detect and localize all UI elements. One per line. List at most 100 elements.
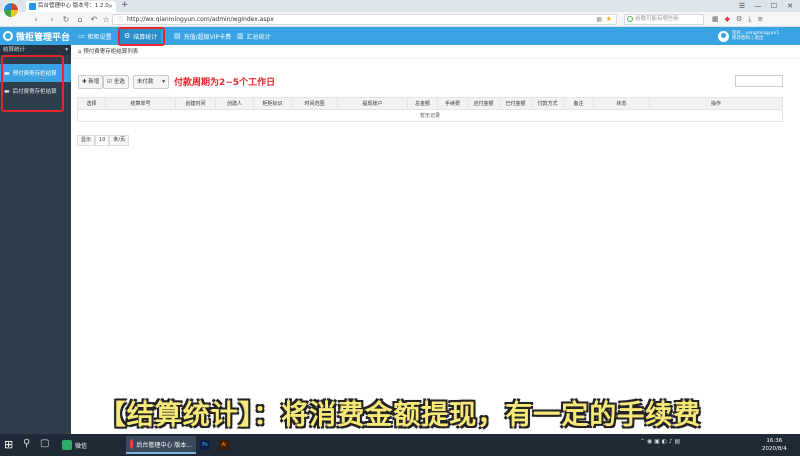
menu-item-summary[interactable]: ▥ 汇总统计 bbox=[233, 27, 275, 45]
column-header[interactable]: 总金额 bbox=[407, 97, 438, 110]
status-select[interactable]: 未付款 ▾ bbox=[133, 75, 169, 89]
apps-icon[interactable]: ▦ bbox=[596, 15, 602, 24]
plus-icon: ✚ bbox=[82, 79, 87, 85]
taskbar-app-photoshop[interactable]: Ps bbox=[196, 436, 214, 454]
user-info: 您好，yangmingyun1 修改密码 | 退出 bbox=[718, 28, 779, 44]
bookmark-star-icon[interactable]: ★ bbox=[606, 15, 612, 24]
window-controls: ☰ — ☐ ✕ bbox=[736, 0, 796, 12]
clock-date: 2020/8/4 bbox=[762, 446, 787, 452]
column-header[interactable]: 手续费 bbox=[437, 97, 468, 110]
taskbar: ⊞ ⚲ ▢ 微信 后台管理中心 版本... Ps Ai ⌃ ◉ ▣ ◐ ♪ ▤ … bbox=[0, 434, 800, 456]
table-header-row: 选择 结算单号 创建时间 创建人 柜柜标识 时间范围 提现账户 总金额 手续费 … bbox=[77, 97, 783, 110]
home-icon[interactable]: ⌂ bbox=[74, 13, 86, 26]
taskbar-app-browser[interactable]: 后台管理中心 版本... bbox=[126, 436, 196, 454]
column-header[interactable]: 已付金额 bbox=[499, 97, 532, 110]
new-tab-button[interactable]: + bbox=[121, 0, 129, 11]
illustrator-icon: Ai bbox=[219, 440, 229, 450]
page-info-icon: ⓘ bbox=[117, 17, 124, 24]
pager-suffix: 条/页 bbox=[109, 135, 130, 146]
back-icon[interactable]: ‹ bbox=[30, 13, 42, 26]
browser-icon bbox=[130, 439, 134, 449]
column-header[interactable]: 付款方式 bbox=[531, 97, 564, 110]
undo-icon[interactable]: ↶ bbox=[88, 13, 100, 26]
page-size-select[interactable]: 10 bbox=[95, 135, 110, 146]
user-actions[interactable]: 修改密码 | 退出 bbox=[732, 36, 763, 41]
column-header[interactable]: 备注 bbox=[563, 97, 594, 110]
browser-logo-icon bbox=[3, 2, 19, 18]
game-icon[interactable]: ◆ bbox=[725, 13, 730, 26]
menu-label: 柜柜设置 bbox=[87, 33, 112, 41]
column-header[interactable]: 结算单号 bbox=[105, 97, 176, 110]
add-label: 新增 bbox=[88, 79, 100, 85]
tab-title: 后台管理中心 版本号：1.2.0 bbox=[38, 3, 109, 9]
tab-favicon-icon bbox=[29, 3, 36, 10]
search-input[interactable] bbox=[735, 75, 783, 87]
video-subtitle: 【结算统计】：将消费金额提现，有一定的手续费 bbox=[98, 400, 702, 431]
breadcrumb: ⌂ 预付费寄存柜结算列表 bbox=[71, 45, 800, 59]
column-header[interactable]: 状态 bbox=[593, 97, 650, 110]
maximize-button[interactable]: ☐ bbox=[768, 0, 780, 12]
address-bar[interactable]: ⓘ http://wx.qianmingyun.com/admin/wgInde… bbox=[112, 14, 617, 25]
photoshop-icon: Ps bbox=[200, 440, 210, 450]
clock[interactable]: 16:36 2020/8/4 bbox=[762, 437, 787, 453]
extension-icons: ▦ ◆ ⚙ ⤓ ≡ bbox=[712, 13, 763, 26]
column-header[interactable]: 选择 bbox=[77, 97, 106, 110]
menu-dots-icon[interactable]: ≡ bbox=[757, 13, 763, 26]
settings-icon[interactable]: ⚙ bbox=[736, 13, 742, 26]
avatar[interactable] bbox=[718, 30, 729, 42]
select-all-button[interactable]: ☑ 全选 bbox=[103, 75, 129, 89]
monitor-icon: ▭ bbox=[78, 32, 85, 40]
close-window-button[interactable]: ✕ bbox=[784, 0, 796, 12]
settlement-table: 选择 结算单号 创建时间 创建人 柜柜标识 时间范围 提现账户 总金额 手续费 … bbox=[77, 97, 783, 122]
browser-tab-bar: 后台管理中心 版本号：1.2.0 × + ☰ — ☐ ✕ bbox=[0, 0, 800, 12]
column-header[interactable]: 创建人 bbox=[215, 97, 254, 110]
download-icon[interactable]: ⤓ bbox=[748, 13, 751, 26]
pager: 显示 10 条/页 bbox=[77, 135, 130, 146]
refresh-icon[interactable]: ↻ bbox=[60, 13, 72, 26]
chevron-down-icon[interactable]: ▾ bbox=[65, 45, 68, 55]
sidebar-header: 结算统计 ▾ bbox=[0, 45, 71, 55]
tab-close-icon[interactable]: × bbox=[108, 1, 113, 12]
empty-message: 暂无记录 bbox=[77, 109, 783, 122]
chart-icon: ▥ bbox=[237, 32, 244, 40]
address-text: http://wx.qianmingyun.com/admin/wgIndex.… bbox=[127, 16, 274, 23]
card-icon: ▤ bbox=[174, 32, 181, 40]
sidebar-title: 结算统计 bbox=[3, 47, 26, 53]
column-header[interactable]: 柜柜标识 bbox=[253, 97, 292, 110]
column-header[interactable]: 时间范围 bbox=[291, 97, 338, 110]
menu-item-recharge[interactable]: ▤ 充值/超级VIP卡费 bbox=[170, 27, 235, 45]
select-all-label: 全选 bbox=[113, 79, 125, 85]
add-button[interactable]: ✚ 新增 bbox=[78, 75, 104, 89]
chevron-down-icon: ▾ bbox=[162, 79, 165, 85]
browser-search-box[interactable]: 谷歌可能有哪些新 bbox=[624, 14, 704, 25]
brand-logo-icon bbox=[3, 31, 13, 41]
grid-icon[interactable]: ▦ bbox=[712, 13, 719, 26]
taskbar-app-wechat[interactable]: 微信 bbox=[58, 436, 91, 454]
column-header[interactable]: 创建时间 bbox=[175, 97, 216, 110]
highlight-box-menu bbox=[118, 27, 165, 46]
column-header[interactable]: 应付金额 bbox=[467, 97, 500, 110]
search-icon[interactable]: ⚲ bbox=[23, 438, 30, 449]
minimize-button[interactable]: — bbox=[752, 0, 764, 12]
column-header[interactable]: 操作 bbox=[649, 97, 783, 110]
forward-icon[interactable]: › bbox=[46, 13, 58, 26]
task-view-icon[interactable]: ▢ bbox=[40, 438, 49, 449]
column-header[interactable]: 提现账户 bbox=[337, 97, 408, 110]
status-value: 未付款 bbox=[137, 79, 154, 85]
menu-item-cabinet-settings[interactable]: ▭ 柜柜设置 bbox=[74, 27, 116, 45]
check-list-icon: ☑ bbox=[107, 79, 112, 85]
search-engine-icon bbox=[627, 16, 633, 22]
system-tray[interactable]: ⌃ ◉ ▣ ◐ ♪ ▤ bbox=[640, 438, 680, 445]
highlight-box-sidebar bbox=[1, 55, 64, 112]
taskbar-app-illustrator[interactable]: Ai bbox=[215, 436, 233, 454]
brand: 微柜管理平台 bbox=[3, 29, 70, 43]
wechat-icon bbox=[62, 440, 72, 450]
menu-icon[interactable]: ☰ bbox=[736, 0, 748, 12]
menu-label: 汇总统计 bbox=[246, 33, 271, 41]
taskbar-app-label: 微信 bbox=[75, 442, 88, 450]
home-icon[interactable]: ⌂ bbox=[78, 49, 82, 55]
windows-start-icon[interactable]: ⊞ bbox=[4, 438, 13, 451]
pager-prefix: 显示 bbox=[77, 135, 96, 146]
browser-tab[interactable]: 后台管理中心 版本号：1.2.0 × bbox=[26, 1, 116, 12]
star-outline-icon[interactable]: ☆ bbox=[100, 13, 112, 26]
